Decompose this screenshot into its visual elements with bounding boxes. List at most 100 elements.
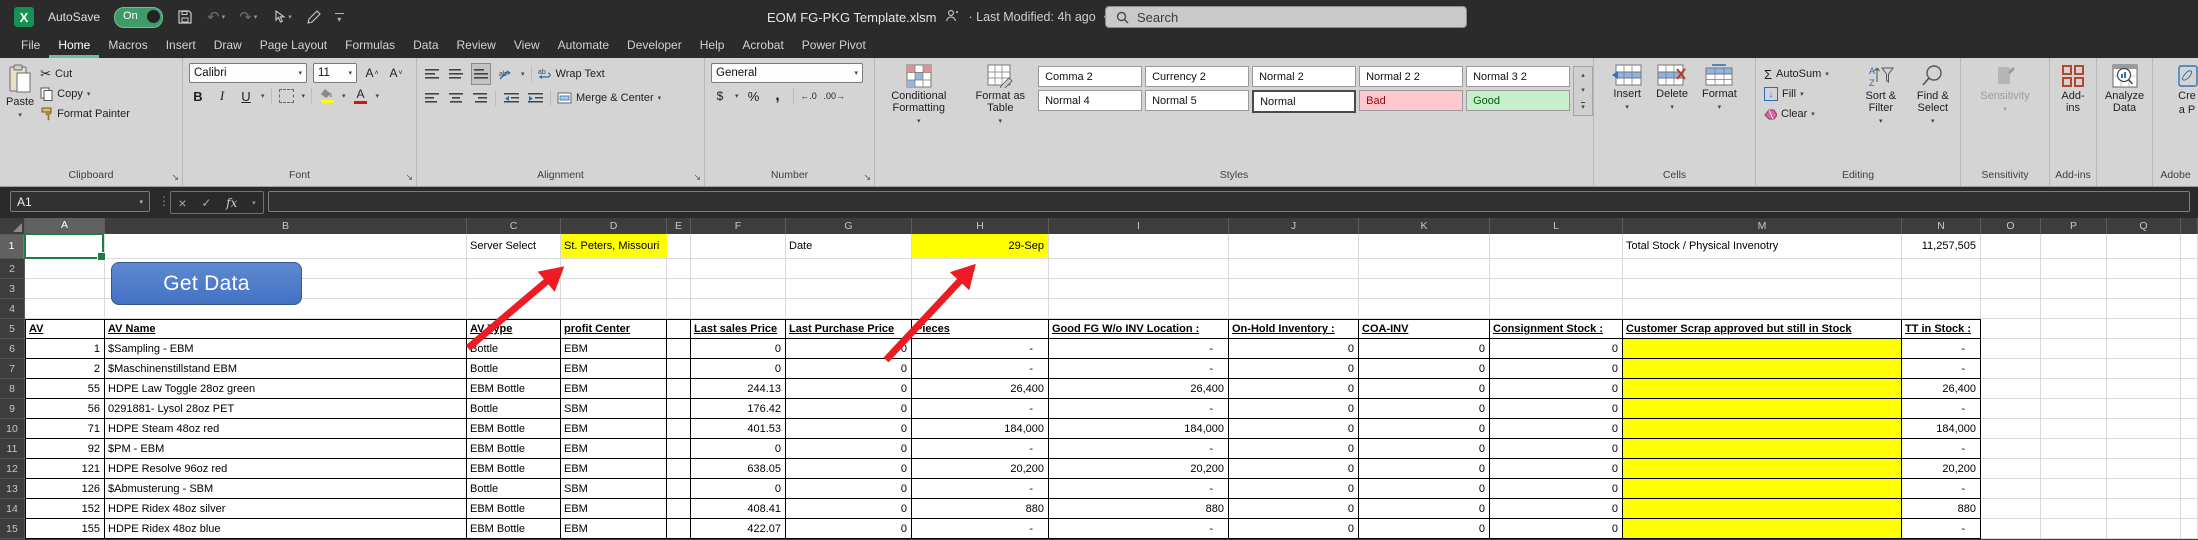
cell-Q1[interactable] [2107,234,2181,259]
cell-H9[interactable]: - [912,399,1049,419]
gallery-down-icon[interactable]: ▾ [1581,86,1585,94]
document-title[interactable]: EOM FG-PKG Template.xlsm [767,10,937,25]
cell-E10[interactable] [667,419,691,439]
cell-E5[interactable] [667,319,691,339]
autosum-button[interactable]: Σ AutoSum ▾ [1764,64,1856,84]
style-tile-normal-3-2[interactable]: Normal 3 2 [1466,66,1570,87]
row-header-3[interactable]: 3 [0,279,25,299]
cell-H6[interactable]: - [912,339,1049,359]
cell-A4[interactable] [25,299,105,319]
cell-O5[interactable] [1981,319,2041,339]
cell-J10[interactable]: 0 [1229,419,1359,439]
cell-D12[interactable]: EBM [561,459,667,479]
row-header-2[interactable]: 2 [0,259,25,279]
align-middle-icon[interactable] [447,64,465,84]
cell-E1[interactable] [667,234,691,259]
borders-button[interactable] [278,86,296,106]
cell-B1[interactable] [105,234,467,259]
cell-A2[interactable] [25,259,105,279]
name-box-dropdown-icon[interactable]: ▾ [139,198,143,206]
cell-E8[interactable] [667,379,691,399]
cell-L3[interactable] [1490,279,1623,299]
cell-D4[interactable] [561,299,667,319]
cell-K7[interactable]: 0 [1359,359,1490,379]
col-header-P[interactable]: P [2041,218,2107,235]
cell-G12[interactable]: 0 [786,459,912,479]
gallery-up-icon[interactable]: ▴ [1581,71,1585,79]
cell-M6[interactable] [1623,339,1902,359]
tab-view[interactable]: View [505,38,549,58]
cell-J1[interactable] [1229,234,1359,259]
touch-mouse-mode-icon[interactable]: ▾ [271,10,292,25]
accounting-format-button[interactable]: $ [711,86,729,106]
cell-F14[interactable]: 408.41 [691,499,786,519]
cell-R14[interactable] [2181,499,2198,519]
format-cells-button[interactable]: Format ▾ [1696,60,1743,118]
cell-B14[interactable]: HDPE Ridex 48oz silver [105,499,467,519]
tab-review[interactable]: Review [448,38,505,58]
cell-E14[interactable] [667,499,691,519]
cell-P13[interactable] [2041,479,2107,499]
cell-Q5[interactable] [2107,319,2181,339]
cell-H2[interactable] [912,259,1049,279]
cell-P11[interactable] [2041,439,2107,459]
cell-J11[interactable]: 0 [1229,439,1359,459]
cell-M11[interactable] [1623,439,1902,459]
row-header-13[interactable]: 13 [0,479,25,499]
underline-dropdown-icon[interactable]: ▾ [261,92,265,100]
cell-J2[interactable] [1229,259,1359,279]
cell-D8[interactable]: EBM [561,379,667,399]
cell-E9[interactable] [667,399,691,419]
align-top-icon[interactable] [423,64,441,84]
cell-K12[interactable]: 0 [1359,459,1490,479]
format-as-table-button[interactable]: Format as Table ▾ [963,60,1039,132]
cell-O6[interactable] [1981,339,2041,359]
cell-M8[interactable] [1623,379,1902,399]
sort-filter-button[interactable]: AZ Sort & Filter ▾ [1856,60,1906,132]
cell-L13[interactable]: 0 [1490,479,1623,499]
cell-K1[interactable] [1359,234,1490,259]
autosum-dropdown-icon[interactable]: ▾ [1825,70,1829,78]
cell-I7[interactable]: - [1049,359,1229,379]
cell-K10[interactable]: 0 [1359,419,1490,439]
cell-N12[interactable]: 20,200 [1902,459,1981,479]
create-pdf-button[interactable]: Cre a P [2170,60,2198,120]
cell-F6[interactable]: 0 [691,339,786,359]
cell-I12[interactable]: 20,200 [1049,459,1229,479]
cell-Q10[interactable] [2107,419,2181,439]
cell-F7[interactable]: 0 [691,359,786,379]
cell-P1[interactable] [2041,234,2107,259]
cell-J4[interactable] [1229,299,1359,319]
cell-M2[interactable] [1623,259,1902,279]
cell-P4[interactable] [2041,299,2107,319]
delete-dropdown-icon[interactable]: ▾ [1670,102,1674,114]
cell-J13[interactable]: 0 [1229,479,1359,499]
tab-draw[interactable]: Draw [205,38,251,58]
row-header-8[interactable]: 8 [0,379,25,399]
col-header-G[interactable]: G [786,218,912,235]
fill-color-dropdown-icon[interactable]: ▾ [342,92,346,100]
cell-L10[interactable]: 0 [1490,419,1623,439]
font-color-dropdown-icon[interactable]: ▾ [376,92,380,100]
cell-G1[interactable]: Date [786,234,912,259]
cell-R9[interactable] [2181,399,2198,419]
get-data-button[interactable]: Get Data [111,262,302,305]
font-color-button[interactable]: A [352,86,370,106]
row-header-14[interactable]: 14 [0,499,25,519]
align-left-icon[interactable] [423,88,441,108]
insert-cells-button[interactable]: Insert ▾ [1606,60,1648,118]
font-size-combo[interactable]: 11▾ [313,63,357,83]
fill-button[interactable]: ↓ Fill ▾ [1764,84,1856,104]
alignment-dialog-launcher[interactable]: ↘ [693,172,701,183]
cell-G10[interactable]: 0 [786,419,912,439]
cell-E15[interactable] [667,519,691,539]
col-header-I[interactable]: I [1049,218,1229,235]
cell-Q2[interactable] [2107,259,2181,279]
cell-A3[interactable] [25,279,105,299]
cell-D6[interactable]: EBM [561,339,667,359]
copy-button[interactable]: Copy ▾ [40,84,130,104]
cell-I3[interactable] [1049,279,1229,299]
cell-E11[interactable] [667,439,691,459]
tab-developer[interactable]: Developer [618,38,691,58]
sensitivity-button[interactable]: Sensitivity ▾ [1974,60,2036,120]
